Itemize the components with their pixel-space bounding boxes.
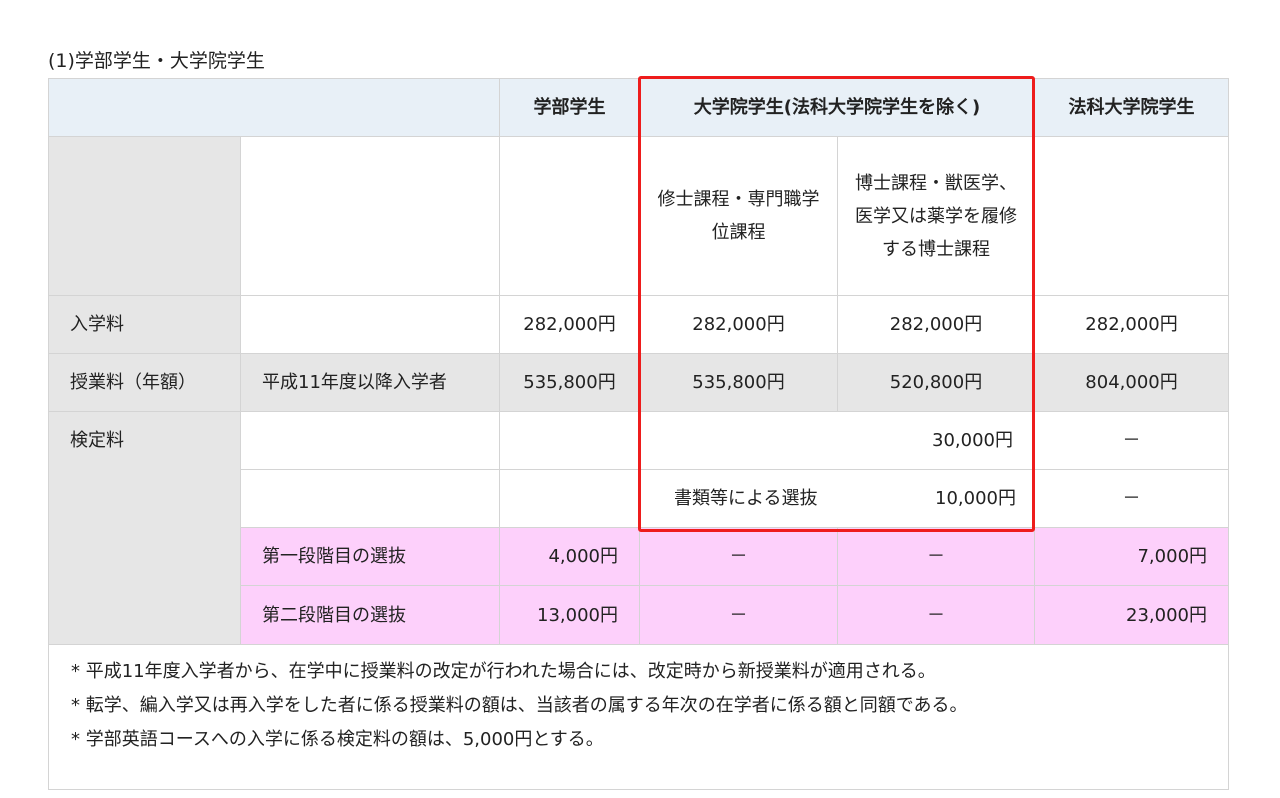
exam-doc-grad: 10,000円 — [935, 488, 1017, 509]
stage2-law: 23,000円 — [1034, 585, 1230, 645]
admission-masters: 282,000円 — [639, 295, 838, 354]
stage2-masters: － — [639, 585, 838, 645]
stage2-doctoral: － — [836, 585, 1036, 645]
subheader-doctoral: 博士課程・獣医学、医学又は薬学を履修する博士課程 — [836, 136, 1036, 296]
tuition-masters: 535,800円 — [639, 353, 838, 412]
section-caption: (1)学部学生・大学院学生 — [48, 50, 265, 72]
subheader-masters: 修士課程・専門職学位課程 — [639, 136, 838, 296]
subheader-row: 修士課程・専門職学位課程 博士課程・獣医学、医学又は薬学を履修する博士課程 — [48, 136, 1230, 296]
admission-law: 282,000円 — [1034, 295, 1230, 354]
header-grad: 大学院学生(法科大学院学生を除く) — [638, 78, 1036, 137]
admission-label: 入学料 — [48, 295, 241, 354]
note-2: * 転学、編入学又は再入学をした者に係る授業料の額は、当該者の属する年次の在学者… — [71, 695, 968, 716]
stage1-masters: － — [639, 527, 838, 586]
exam-doc-label: 書類等による選抜 — [674, 488, 818, 509]
header-row: 学部学生 大学院学生(法科大学院学生を除く) 法科大学院学生 — [48, 78, 1230, 137]
subheader-blank-sub — [240, 136, 500, 296]
exam-label: 検定料 — [48, 411, 241, 645]
tuition-law: 804,000円 — [1034, 353, 1230, 412]
admission-doctoral: 282,000円 — [836, 295, 1036, 354]
stage1-law: 7,000円 — [1034, 527, 1230, 586]
tuition-doctoral: 520,800円 — [836, 353, 1036, 412]
subheader-blank-label — [48, 136, 241, 296]
exam-doc-law: － — [1034, 469, 1230, 528]
exam-general-row: 検定料 30,000円 － — [48, 411, 1230, 645]
stage2-undergrad: 13,000円 — [499, 585, 640, 645]
subheader-blank-undergrad — [499, 136, 640, 296]
notes-row: * 平成11年度入学者から、在学中に授業料の改定が行われた場合には、改定時から新… — [47, 644, 1230, 790]
stage2-label: 第二段階目の選抜 — [240, 585, 500, 645]
tuition-label: 授業料（年額） — [48, 353, 241, 412]
exam-general-sub-empty — [240, 411, 500, 470]
stage1-label: 第一段階目の選抜 — [240, 527, 500, 586]
fee-table: 学部学生 大学院学生(法科大学院学生を除く) 法科大学院学生 修士課程・専門職学… — [47, 78, 1230, 790]
tuition-undergrad: 535,800円 — [499, 353, 640, 412]
exam-general-law: － — [1034, 411, 1230, 470]
exam-general-undergrad-empty — [499, 411, 640, 470]
notes-cell: * 平成11年度入学者から、在学中に授業料の改定が行われた場合には、改定時から新… — [47, 644, 1230, 790]
exam-doc-grad-cell: 書類等による選抜 10,000円 — [638, 469, 1036, 528]
tuition-row: 授業料（年額） 平成11年度以降入学者 535,800円 535,800円 52… — [48, 353, 1230, 412]
note-3: * 学部英語コースへの入学に係る検定料の額は、5,000円とする。 — [71, 729, 604, 750]
page: (1)学部学生・大学院学生 学部学生 大学院学生(法科大学院学生を除く) 法科大… — [0, 0, 1280, 798]
header-undergrad: 学部学生 — [499, 78, 640, 137]
exam-doc-sub-empty — [240, 469, 500, 528]
stage1-doctoral: － — [836, 527, 1036, 586]
subheader-blank-law — [1034, 136, 1230, 296]
exam-doc-undergrad-empty — [499, 469, 640, 528]
stage1-undergrad: 4,000円 — [499, 527, 640, 586]
admission-undergrad: 282,000円 — [499, 295, 640, 354]
exam-general-grad: 30,000円 — [638, 411, 1036, 470]
admission-row: 入学料 282,000円 282,000円 282,000円 282,000円 — [48, 295, 1230, 354]
admission-sub-empty — [240, 295, 500, 354]
header-law: 法科大学院学生 — [1034, 78, 1230, 137]
note-1: * 平成11年度入学者から、在学中に授業料の改定が行われた場合には、改定時から新… — [71, 661, 936, 682]
header-empty-cell — [48, 78, 500, 137]
tuition-sub: 平成11年度以降入学者 — [240, 353, 500, 412]
